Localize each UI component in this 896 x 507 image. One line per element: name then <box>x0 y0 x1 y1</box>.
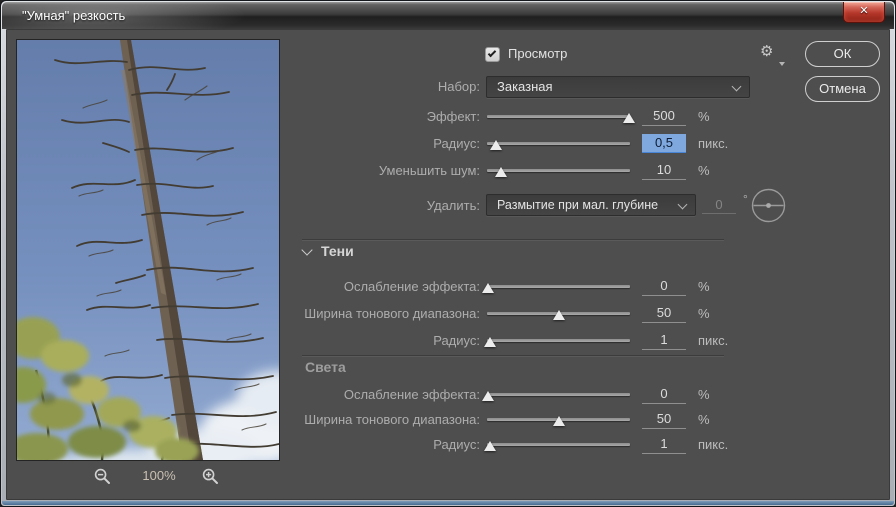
angle-dial[interactable] <box>751 188 786 223</box>
slider-thumb[interactable] <box>495 167 508 177</box>
remove-value: Размытие при мал. глубине <box>497 198 659 212</box>
highlights-fade-row: Ослабление эффекта: 0 % <box>7 385 893 405</box>
check-icon <box>487 48 497 58</box>
highlights-radius-value[interactable]: 1 <box>642 435 686 454</box>
highlights-tonal-slider[interactable] <box>487 410 630 430</box>
effect-unit: % <box>698 109 710 124</box>
shadows-radius-unit: пикс. <box>698 333 729 348</box>
slider-track[interactable] <box>487 443 630 446</box>
gear-menu-caret-icon[interactable] <box>779 62 785 66</box>
shadows-radius-slider[interactable] <box>483 331 630 351</box>
highlights-radius-label: Радиус: <box>433 437 480 452</box>
shadows-radius-row: Радиус: 1 пикс. <box>7 331 893 351</box>
slider-thumb[interactable] <box>552 416 565 426</box>
slider-thumb[interactable] <box>482 391 495 401</box>
shadows-fade-value[interactable]: 0 <box>642 277 686 296</box>
preview-checkbox[interactable] <box>485 47 500 62</box>
effect-slider[interactable] <box>487 107 635 127</box>
preview-checkbox-label: Просмотр <box>508 46 568 61</box>
highlights-tonal-unit: % <box>698 412 710 427</box>
shadows-fade-row: Ослабление эффекта: 0 % <box>7 277 893 297</box>
effect-row: Эффект: 500 % <box>7 107 893 127</box>
highlights-fade-value[interactable]: 0 <box>642 385 686 404</box>
angle-value-field[interactable]: 0 <box>702 196 736 214</box>
radius-row: Радиус: 0,5 пикс. <box>7 134 893 154</box>
preset-dropdown[interactable]: Заказная <box>486 76 750 98</box>
slider-track[interactable] <box>487 393 630 396</box>
smart-sharpen-dialog: "Умная" резкость ✕ 100% Просмотр ⚙ ОК От… <box>0 0 896 507</box>
noise-value[interactable]: 10 <box>642 161 686 180</box>
divider <box>302 355 724 356</box>
shadows-tonal-unit: % <box>698 306 710 321</box>
shadows-tonal-value[interactable]: 50 <box>642 304 686 323</box>
slider-track[interactable] <box>487 169 630 172</box>
remove-dropdown[interactable]: Размытие при мал. глубине <box>486 194 696 216</box>
slider-track[interactable] <box>487 339 630 342</box>
title-bar[interactable]: "Умная" резкость ✕ <box>2 2 894 29</box>
shadows-tonal-row: Ширина тонового диапазона: 50 % <box>7 304 893 324</box>
highlights-fade-label: Ослабление эффекта: <box>343 387 480 402</box>
preset-label: Набор: <box>437 79 480 94</box>
chevron-down-icon <box>731 81 742 92</box>
shadows-title: Тени <box>321 243 354 259</box>
radius-value[interactable]: 0,5 <box>642 134 686 153</box>
highlights-fade-unit: % <box>698 387 710 402</box>
highlights-fade-slider[interactable] <box>482 385 630 405</box>
noise-label: Уменьшить шум: <box>378 163 480 178</box>
shadows-tonal-slider[interactable] <box>487 304 630 324</box>
chevron-down-icon <box>677 199 688 210</box>
shadows-tonal-label: Ширина тонового диапазона: <box>304 306 480 321</box>
slider-track[interactable] <box>487 142 630 145</box>
slider-track[interactable] <box>487 115 630 118</box>
shadows-radius-value[interactable]: 1 <box>642 331 686 350</box>
effect-label: Эффект: <box>426 109 480 124</box>
highlights-radius-row: Радиус: 1 пикс. <box>7 435 893 455</box>
window-title: "Умная" резкость <box>22 8 126 23</box>
degree-symbol: ° <box>743 192 748 206</box>
close-icon: ✕ <box>859 5 869 17</box>
noise-slider[interactable] <box>487 161 630 181</box>
slider-thumb[interactable] <box>552 310 565 320</box>
remove-label: Удалить: <box>426 198 480 213</box>
shadows-fade-label: Ослабление эффекта: <box>343 279 480 294</box>
zoom-out-icon[interactable] <box>94 468 111 485</box>
highlights-radius-unit: пикс. <box>698 437 729 452</box>
dialog-body: 100% Просмотр ⚙ ОК Отмена Набор: Заказна… <box>6 29 890 500</box>
preset-value: Заказная <box>497 79 553 94</box>
highlights-radius-slider[interactable] <box>483 435 630 455</box>
chevron-down-icon[interactable] <box>301 244 313 256</box>
radius-slider[interactable] <box>487 134 630 154</box>
gear-icon[interactable]: ⚙ <box>760 42 773 60</box>
slider-thumb[interactable] <box>489 140 502 150</box>
slider-thumb[interactable] <box>622 113 635 123</box>
highlights-tonal-label: Ширина тонового диапазона: <box>304 412 480 427</box>
highlights-title: Света <box>305 359 346 375</box>
highlights-tonal-value[interactable]: 50 <box>642 410 686 429</box>
noise-unit: % <box>698 163 710 178</box>
shadows-radius-label: Радиус: <box>433 333 480 348</box>
radius-unit: пикс. <box>698 136 729 151</box>
shadows-fade-unit: % <box>698 279 710 294</box>
noise-row: Уменьшить шум: 10 % <box>7 161 893 181</box>
close-button[interactable]: ✕ <box>843 2 885 23</box>
highlights-tonal-row: Ширина тонового диапазона: 50 % <box>7 410 893 430</box>
preview-zoom-bar: 100% <box>16 462 280 492</box>
effect-value[interactable]: 500 <box>642 107 686 126</box>
zoom-in-icon[interactable] <box>202 468 219 485</box>
slider-track[interactable] <box>487 285 630 288</box>
zoom-level: 100% <box>142 468 176 483</box>
radius-label: Радиус: <box>433 136 480 151</box>
slider-thumb[interactable] <box>482 283 495 293</box>
ok-button[interactable]: ОК <box>805 41 880 67</box>
preset-row: Набор: <box>7 77 893 97</box>
slider-thumb[interactable] <box>483 441 496 451</box>
slider-thumb[interactable] <box>483 337 496 347</box>
divider <box>302 239 724 240</box>
shadows-fade-slider[interactable] <box>482 277 630 297</box>
